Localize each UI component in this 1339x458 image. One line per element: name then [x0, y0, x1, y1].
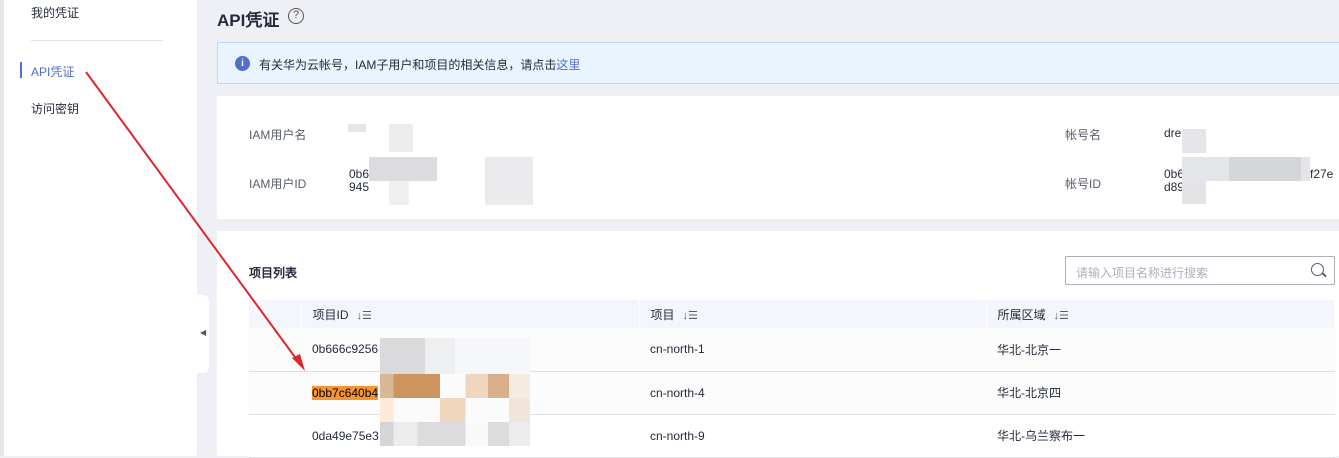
- annotation-arrow: [85, 71, 305, 371]
